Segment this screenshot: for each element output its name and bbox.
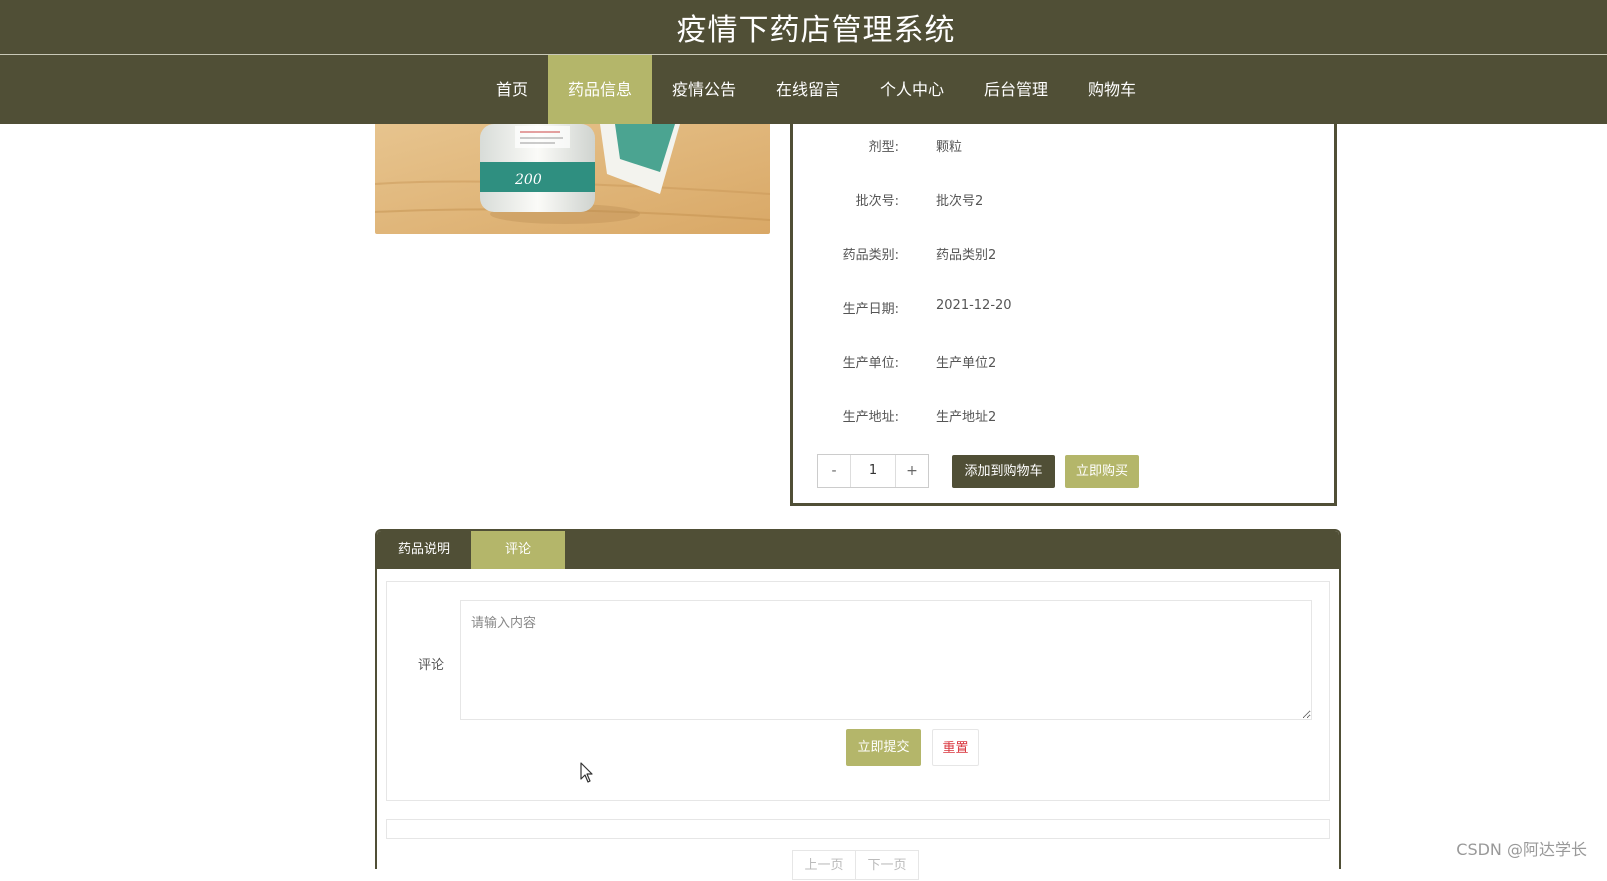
mouse-cursor-icon [580, 762, 593, 783]
tab-drug-description[interactable]: 药品说明 [377, 531, 471, 569]
product-photo: 200 [375, 124, 770, 234]
product-detail-panel: 剂型: 颗粒 批次号: 批次号2 药品类别: 药品类别2 生产日期: 2021-… [790, 124, 1337, 506]
info-tabs-panel: 药品说明 评论 评论 立即提交 重置 上一页 下一页 [375, 529, 1341, 880]
detail-label: 药品类别: [842, 248, 899, 263]
detail-value: 药品类别2 [936, 248, 997, 263]
header-bar: 疫情下药店管理系统 [0, 0, 1607, 55]
watermark: CSDN @阿达学长 [1456, 840, 1587, 859]
detail-row-manufacturer: 生产单位: 生产单位2 [793, 352, 1334, 376]
detail-value: 批次号2 [936, 194, 984, 209]
detail-value: 生产单位2 [936, 356, 997, 371]
detail-label: 生产日期: [842, 302, 899, 317]
submit-comment-button[interactable]: 立即提交 [846, 729, 921, 766]
detail-label: 剂型: [868, 140, 899, 155]
nav-item-admin[interactable]: 后台管理 [964, 55, 1068, 124]
comment-form: 评论 立即提交 重置 [386, 581, 1330, 801]
quantity-decrease-button[interactable]: - [818, 455, 850, 487]
detail-label: 生产地址: [842, 410, 899, 425]
detail-value: 生产地址2 [936, 410, 997, 425]
nav-item-home[interactable]: 首页 [476, 55, 548, 124]
nav-item-drug-info[interactable]: 药品信息 [547, 55, 652, 124]
product-label-text: 200 [514, 172, 542, 188]
detail-value: 颗粒 [936, 140, 963, 155]
nav-item-epidemic-notice[interactable]: 疫情公告 [652, 55, 756, 124]
detail-row-address: 生产地址: 生产地址2 [793, 406, 1334, 430]
quantity-stepper: - 1 + [817, 454, 929, 488]
detail-row-batch-number: 批次号: 批次号2 [793, 190, 1334, 214]
detail-label: 生产单位: [842, 356, 899, 371]
reset-button[interactable]: 重置 [932, 729, 979, 766]
prev-page-button[interactable]: 上一页 [792, 850, 856, 880]
pagination: 上一页 下一页 [792, 850, 919, 880]
comment-textarea[interactable] [460, 600, 1312, 720]
tab-comments[interactable]: 评论 [471, 531, 565, 569]
tab-bar: 药品说明 评论 [377, 531, 1339, 569]
comment-label: 评论 [418, 658, 445, 673]
detail-row-production-date: 生产日期: 2021-12-20 [793, 298, 1334, 322]
next-page-button[interactable]: 下一页 [855, 850, 919, 880]
nav-list: 首页 药品信息 疫情公告 在线留言 个人中心 后台管理 购物车 [476, 55, 1156, 124]
buy-now-button[interactable]: 立即购买 [1065, 455, 1139, 488]
quantity-input[interactable]: 1 [850, 455, 896, 487]
detail-row-category: 药品类别: 药品类别2 [793, 244, 1334, 268]
site-title: 疫情下药店管理系统 [676, 13, 956, 48]
comment-list [386, 819, 1330, 839]
main-nav: 首页 药品信息 疫情公告 在线留言 个人中心 后台管理 购物车 [0, 55, 1607, 124]
nav-item-cart[interactable]: 购物车 [1068, 55, 1156, 124]
detail-row-dosage-form: 剂型: 颗粒 [793, 136, 1334, 160]
quantity-increase-button[interactable]: + [896, 455, 928, 487]
nav-item-personal-center[interactable]: 个人中心 [860, 55, 964, 124]
detail-label: 批次号: [855, 194, 899, 209]
add-to-cart-button[interactable]: 添加到购物车 [952, 455, 1055, 488]
nav-item-online-message[interactable]: 在线留言 [756, 55, 860, 124]
detail-value: 2021-12-20 [936, 298, 1012, 313]
product-image: 200 [375, 124, 770, 234]
